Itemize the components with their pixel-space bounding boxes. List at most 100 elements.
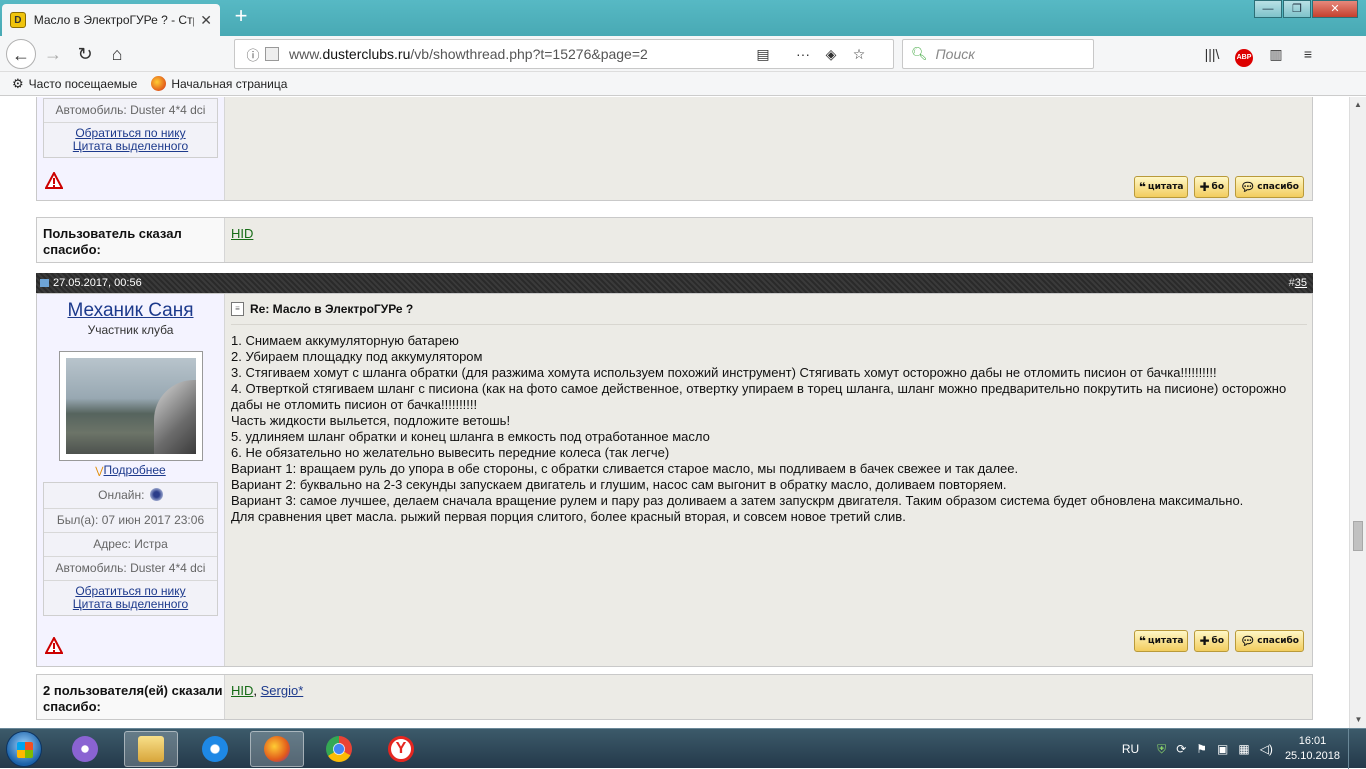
close-window-button[interactable]: ✕: [1312, 0, 1358, 18]
hamburger-menu-icon[interactable]: ≡: [1292, 44, 1324, 64]
quote-icon: ❝: [1138, 180, 1146, 194]
user-car: Автомобиль: Duster 4*4 dci: [44, 557, 217, 581]
post-line: 1. Снимаем аккумуляторную батарею: [231, 333, 459, 348]
quote-selected-link[interactable]: Цитата выделенного: [73, 597, 188, 611]
tab-title: Масло в ЭлектроГУРе ? - Стра: [33, 13, 195, 27]
post-line: Вариант 3: самое лучшее, делаем сначала …: [231, 493, 1244, 508]
thanks-user-link[interactable]: HID: [231, 683, 253, 698]
post-line: Часть жидкости выльется, подложите ветош…: [231, 413, 511, 428]
search-icon: 🔍︎: [911, 46, 928, 61]
start-button[interactable]: [6, 731, 42, 767]
forward-button[interactable]: →: [38, 39, 68, 69]
sidebar-icon[interactable]: ▥: [1260, 44, 1292, 64]
url-text[interactable]: www.dusterclubs.ru/vb/showthread.php?t=1…: [289, 46, 749, 62]
scrollbar-thumb[interactable]: [1353, 521, 1363, 551]
internet-explorer-icon: [202, 736, 228, 762]
maximize-button[interactable]: ❐: [1283, 0, 1311, 18]
home-icon: ⌂: [111, 44, 123, 64]
username-link[interactable]: Механик Саня: [37, 300, 224, 322]
post-line: 3. Стягиваем хомут с шланга обратки (для…: [231, 365, 1217, 380]
post-title: ≡ Re: Масло в ЭлектроГУРе ?: [231, 302, 1307, 316]
bookmark-most-visited[interactable]: ⚙ Часто посещаемые: [12, 76, 137, 92]
avatar[interactable]: [65, 358, 196, 454]
tab-close-icon[interactable]: ✕: [200, 12, 212, 29]
thanks-button[interactable]: 💬︎ спасибо: [1235, 176, 1304, 198]
bookmark-star-icon[interactable]: ☆: [845, 46, 873, 63]
clock[interactable]: 16:01 25.10.2018: [1285, 734, 1340, 764]
language-indicator[interactable]: RU: [1122, 742, 1139, 756]
reader-view-icon[interactable]: ▤: [749, 46, 777, 63]
taskbar-firefox[interactable]: [250, 731, 304, 767]
library-icon[interactable]: |||\: [1196, 44, 1228, 64]
scroll-down-icon[interactable]: ▼: [1350, 712, 1366, 728]
info-icon[interactable]: ⓘ: [243, 45, 263, 64]
browser-titlebar: D Масло в ЭлектроГУРе ? - Стра ✕ + — ❐ ✕: [0, 0, 1366, 36]
arrow-right-icon: →: [44, 44, 62, 64]
thanks-user-link[interactable]: HID: [231, 226, 253, 241]
minimize-button[interactable]: —: [1254, 0, 1282, 18]
userinfo-box: Онлайн: Был(а): 07 июн 2017 23:06 Адрес:…: [43, 482, 218, 616]
arrow-left-icon: ←: [12, 45, 30, 65]
browser-tab-active[interactable]: D Масло в ЭлектроГУРе ? - Стра ✕: [2, 4, 220, 36]
bookmark-start-page[interactable]: Начальная страница: [151, 76, 287, 91]
mention-by-nick-link[interactable]: Обратиться по нику: [75, 584, 185, 598]
taskbar-yandex[interactable]: Y: [374, 731, 428, 767]
user-links: Обратиться по нику Цитата выделенного: [44, 581, 217, 615]
report-warning-icon[interactable]: [45, 172, 63, 190]
post-35: Механик Саня Участник клуба ⋁Подробнее О…: [36, 293, 1313, 667]
quote-button[interactable]: ❝ цитата: [1133, 176, 1189, 198]
page-actions-icon[interactable]: ···: [789, 46, 817, 62]
post-number-link[interactable]: 35: [1295, 277, 1307, 289]
thanks-user-link[interactable]: Sergio*: [261, 683, 304, 698]
volume-icon[interactable]: ◁): [1260, 742, 1273, 756]
report-warning-icon[interactable]: [45, 637, 63, 655]
reload-button[interactable]: ↻: [70, 39, 100, 69]
scroll-up-icon[interactable]: ▲: [1350, 97, 1366, 113]
post-date: 27.05.2017, 00:56: [53, 277, 142, 289]
plus-doc-icon: ✚: [1199, 180, 1210, 194]
device-icon[interactable]: ▣: [1217, 742, 1228, 756]
page-viewport: Автомобиль: Duster 4*4 dci Обратиться по…: [0, 97, 1349, 728]
taskbar-ie[interactable]: [188, 731, 242, 767]
sync-icon[interactable]: ⟳: [1176, 742, 1186, 756]
thanks-row-2: 2 пользователя(ей) сказали спасибо: HID,…: [36, 674, 1313, 720]
show-desktop-button[interactable]: [1348, 729, 1358, 769]
user-title: Участник клуба: [87, 323, 174, 337]
taskbar-cortana[interactable]: [58, 731, 112, 767]
back-button[interactable]: ←: [6, 39, 36, 69]
search-bar[interactable]: 🔍︎ Поиск: [902, 39, 1094, 69]
quote-icon: ❝: [1138, 634, 1146, 648]
antivirus-icon[interactable]: ⛨: [1157, 742, 1166, 757]
multiquote-button[interactable]: ✚ бо: [1194, 176, 1230, 198]
adblock-icon[interactable]: ABP: [1228, 44, 1260, 67]
quote-selected-link[interactable]: Цитата выделенного: [73, 139, 188, 153]
more-info-link[interactable]: Подробнее: [103, 463, 165, 477]
network-icon[interactable]: ▦: [1238, 742, 1249, 756]
search-input[interactable]: Поиск: [936, 46, 975, 62]
speech-bubble-icon: 💬︎: [1240, 634, 1256, 648]
new-tab-button[interactable]: +: [228, 4, 254, 30]
quote-button[interactable]: ❝ цитата: [1133, 630, 1189, 652]
pocket-icon[interactable]: ◈: [817, 46, 845, 63]
flag-icon[interactable]: ⚑: [1196, 742, 1207, 756]
chrome-icon: [326, 736, 352, 762]
post-separator: [231, 324, 1307, 325]
speech-bubble-icon: 💬︎: [1240, 180, 1256, 194]
taskbar-chrome[interactable]: [312, 731, 366, 767]
online-status: Онлайн:: [44, 483, 217, 509]
address-bar[interactable]: ⓘ www.dusterclubs.ru/vb/showthread.php?t…: [234, 39, 894, 69]
multiquote-button[interactable]: ✚ бо: [1194, 630, 1230, 652]
plus-doc-icon: ✚: [1199, 634, 1210, 648]
userinfo: Механик Саня Участник клуба ⋁Подробнее О…: [37, 294, 225, 666]
thanks-button[interactable]: 💬︎ спасибо: [1235, 630, 1304, 652]
home-button[interactable]: ⌂: [102, 39, 132, 69]
mention-by-nick-link[interactable]: Обратиться по нику: [75, 126, 185, 140]
avatar-frame[interactable]: [58, 351, 203, 461]
prev-userinfo: Автомобиль: Duster 4*4 dci Обратиться по…: [37, 97, 225, 200]
post-line: 2. Убираем площадку под аккумулятором: [231, 349, 483, 364]
taskbar-explorer[interactable]: [124, 731, 178, 767]
microphone-icon: [72, 736, 98, 762]
prev-car-info: Автомобиль: Duster 4*4 dci: [44, 99, 217, 123]
vertical-scrollbar[interactable]: ▲ ▼: [1349, 97, 1366, 728]
more-info: ⋁Подробнее: [37, 463, 224, 477]
